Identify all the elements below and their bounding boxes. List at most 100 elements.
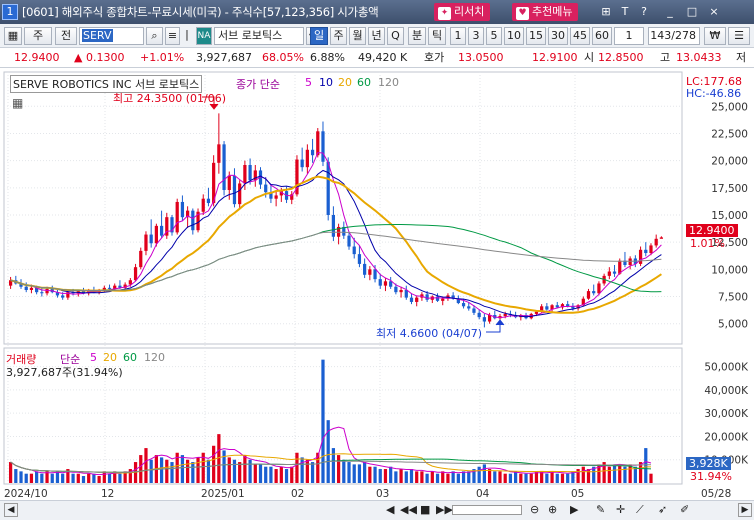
volume-bar bbox=[456, 473, 460, 483]
volume-bar bbox=[238, 462, 242, 483]
bid-price: 12.9100 bbox=[532, 51, 578, 64]
period-day[interactable]: 일 bbox=[310, 27, 328, 45]
tile-icon[interactable]: ⊞ bbox=[598, 4, 614, 20]
nav-stop-icon[interactable]: ■ bbox=[420, 503, 430, 516]
candle-body bbox=[107, 287, 112, 289]
scroll-end-icon[interactable]: ▶ bbox=[738, 503, 752, 517]
research-button[interactable]: ✦ 리서치 bbox=[434, 3, 491, 21]
recommend-menu-button[interactable]: ♥ 추천메뉴 bbox=[512, 3, 579, 21]
text-tool-icon[interactable]: ✐ bbox=[680, 503, 689, 516]
close-icon[interactable]: × bbox=[706, 4, 722, 20]
period-month[interactable]: 월 bbox=[349, 27, 366, 45]
symbol-input[interactable]: SERV bbox=[79, 27, 144, 45]
chart-area[interactable]: 25,000 22,500 20,000 17,500 15,000 12,500 10,0… bbox=[0, 70, 754, 520]
candle-body bbox=[534, 311, 539, 314]
panel-settings-icon[interactable]: ▦ bbox=[12, 96, 23, 110]
count-field[interactable]: 143/278 bbox=[648, 27, 700, 45]
low-annotation: 최저 4.6600 (04/07) bbox=[376, 327, 483, 340]
nav-prev-icon[interactable]: ◀◀ bbox=[400, 503, 417, 516]
volume-bar bbox=[258, 464, 263, 483]
exchange-select[interactable]: 전 bbox=[55, 27, 77, 45]
scroll-left-icon[interactable]: ◀ bbox=[4, 503, 18, 517]
candle-body bbox=[227, 175, 231, 190]
pin-icon[interactable]: T bbox=[617, 4, 633, 20]
candle-body bbox=[133, 267, 138, 281]
candle-body bbox=[425, 294, 429, 300]
interval-60[interactable]: 60 bbox=[592, 27, 612, 45]
volume-bar bbox=[206, 459, 211, 483]
na-badge: NA bbox=[196, 27, 212, 45]
price-volume-chart[interactable]: 25,00022,50020,00017,50015,00012,50010,0… bbox=[0, 70, 754, 520]
volume-bar bbox=[508, 473, 513, 483]
interval-3[interactable]: 3 bbox=[468, 27, 484, 45]
market-select[interactable]: 주 bbox=[24, 27, 52, 45]
nav-first-icon[interactable]: ◀ bbox=[386, 503, 394, 516]
zoom-in-icon[interactable]: ⊕ bbox=[548, 503, 557, 516]
volume-bar bbox=[503, 473, 507, 483]
currency-button[interactable]: ₩ bbox=[704, 27, 726, 45]
candle-body bbox=[607, 271, 611, 276]
zoom-slider[interactable] bbox=[452, 505, 522, 515]
chart-type-icon[interactable]: ▦ bbox=[4, 27, 22, 45]
candle-body bbox=[175, 201, 179, 233]
search-icon[interactable]: ⌕ bbox=[146, 27, 163, 45]
crosshair-icon[interactable]: ✛ bbox=[616, 503, 625, 516]
interval-30[interactable]: 30 bbox=[548, 27, 568, 45]
volume-bar bbox=[368, 466, 372, 483]
ruler-icon[interactable]: ⟋ bbox=[636, 503, 644, 517]
settings-icon[interactable]: ☰ bbox=[728, 27, 750, 45]
interval-1[interactable]: 1 bbox=[450, 27, 466, 45]
interval-5[interactable]: 5 bbox=[486, 27, 502, 45]
volume-bar bbox=[248, 459, 252, 483]
candle-body bbox=[472, 308, 476, 313]
ask-price: 13.0500 bbox=[458, 51, 504, 64]
candle-body bbox=[363, 263, 367, 275]
volume-bar bbox=[482, 464, 486, 483]
zoom-out-icon[interactable]: ⊖ bbox=[530, 503, 539, 516]
history-icon[interactable]: ≡ bbox=[165, 27, 180, 45]
candle-body bbox=[487, 315, 492, 322]
minimize-icon[interactable]: _ bbox=[662, 4, 678, 20]
volume-bar bbox=[560, 473, 565, 483]
period-year[interactable]: 년 bbox=[368, 27, 385, 45]
scroll-right-icon[interactable]: ▶ bbox=[570, 503, 578, 516]
price-change: ▲ 0.1300 bbox=[74, 51, 125, 64]
price-axis-tick: 7,500 bbox=[718, 292, 748, 304]
price-axis-tick: 5,000 bbox=[718, 319, 748, 331]
interval-45[interactable]: 45 bbox=[570, 27, 590, 45]
interval-10[interactable]: 10 bbox=[504, 27, 524, 45]
volume-axis-tick: 20,000K bbox=[704, 431, 749, 443]
period-minute[interactable]: 분 bbox=[408, 27, 426, 45]
period-tick[interactable]: 틱 bbox=[428, 27, 446, 45]
period-week[interactable]: 주 bbox=[330, 27, 347, 45]
pointer-icon[interactable]: ➶ bbox=[658, 503, 667, 516]
volume-bar bbox=[461, 471, 466, 483]
candle-body bbox=[592, 291, 596, 294]
price-panel-frame bbox=[3, 71, 683, 345]
volume-bar bbox=[232, 459, 237, 483]
volume-bar bbox=[566, 473, 570, 483]
price-axis-tick: 15,000 bbox=[711, 210, 748, 222]
nav-next-icon[interactable]: ▶▶ bbox=[436, 503, 453, 516]
candle-body bbox=[477, 312, 481, 318]
volume-bar bbox=[290, 466, 294, 483]
help-icon[interactable]: ? bbox=[636, 4, 652, 20]
volume-bar bbox=[477, 466, 481, 483]
candle-body bbox=[232, 175, 237, 205]
volume-bar bbox=[555, 473, 559, 483]
high-price: 13.0433 bbox=[676, 51, 722, 64]
candle-body bbox=[482, 317, 486, 322]
candle-body bbox=[644, 249, 648, 254]
high-label: 고 bbox=[660, 51, 671, 64]
price-axis-tick: 10,000 bbox=[711, 264, 748, 276]
candle-body bbox=[326, 161, 330, 215]
volume-bar bbox=[487, 469, 492, 483]
draw-tool-icon[interactable]: ✎ bbox=[596, 503, 605, 516]
interval-15[interactable]: 15 bbox=[526, 27, 546, 45]
volume-bar bbox=[144, 448, 148, 483]
period-quarter[interactable]: Q bbox=[387, 27, 404, 45]
maximize-icon[interactable]: □ bbox=[684, 4, 700, 20]
interval-custom-input[interactable]: 1 bbox=[614, 27, 644, 45]
volume-bar bbox=[628, 464, 632, 483]
volume-bar bbox=[451, 471, 455, 483]
